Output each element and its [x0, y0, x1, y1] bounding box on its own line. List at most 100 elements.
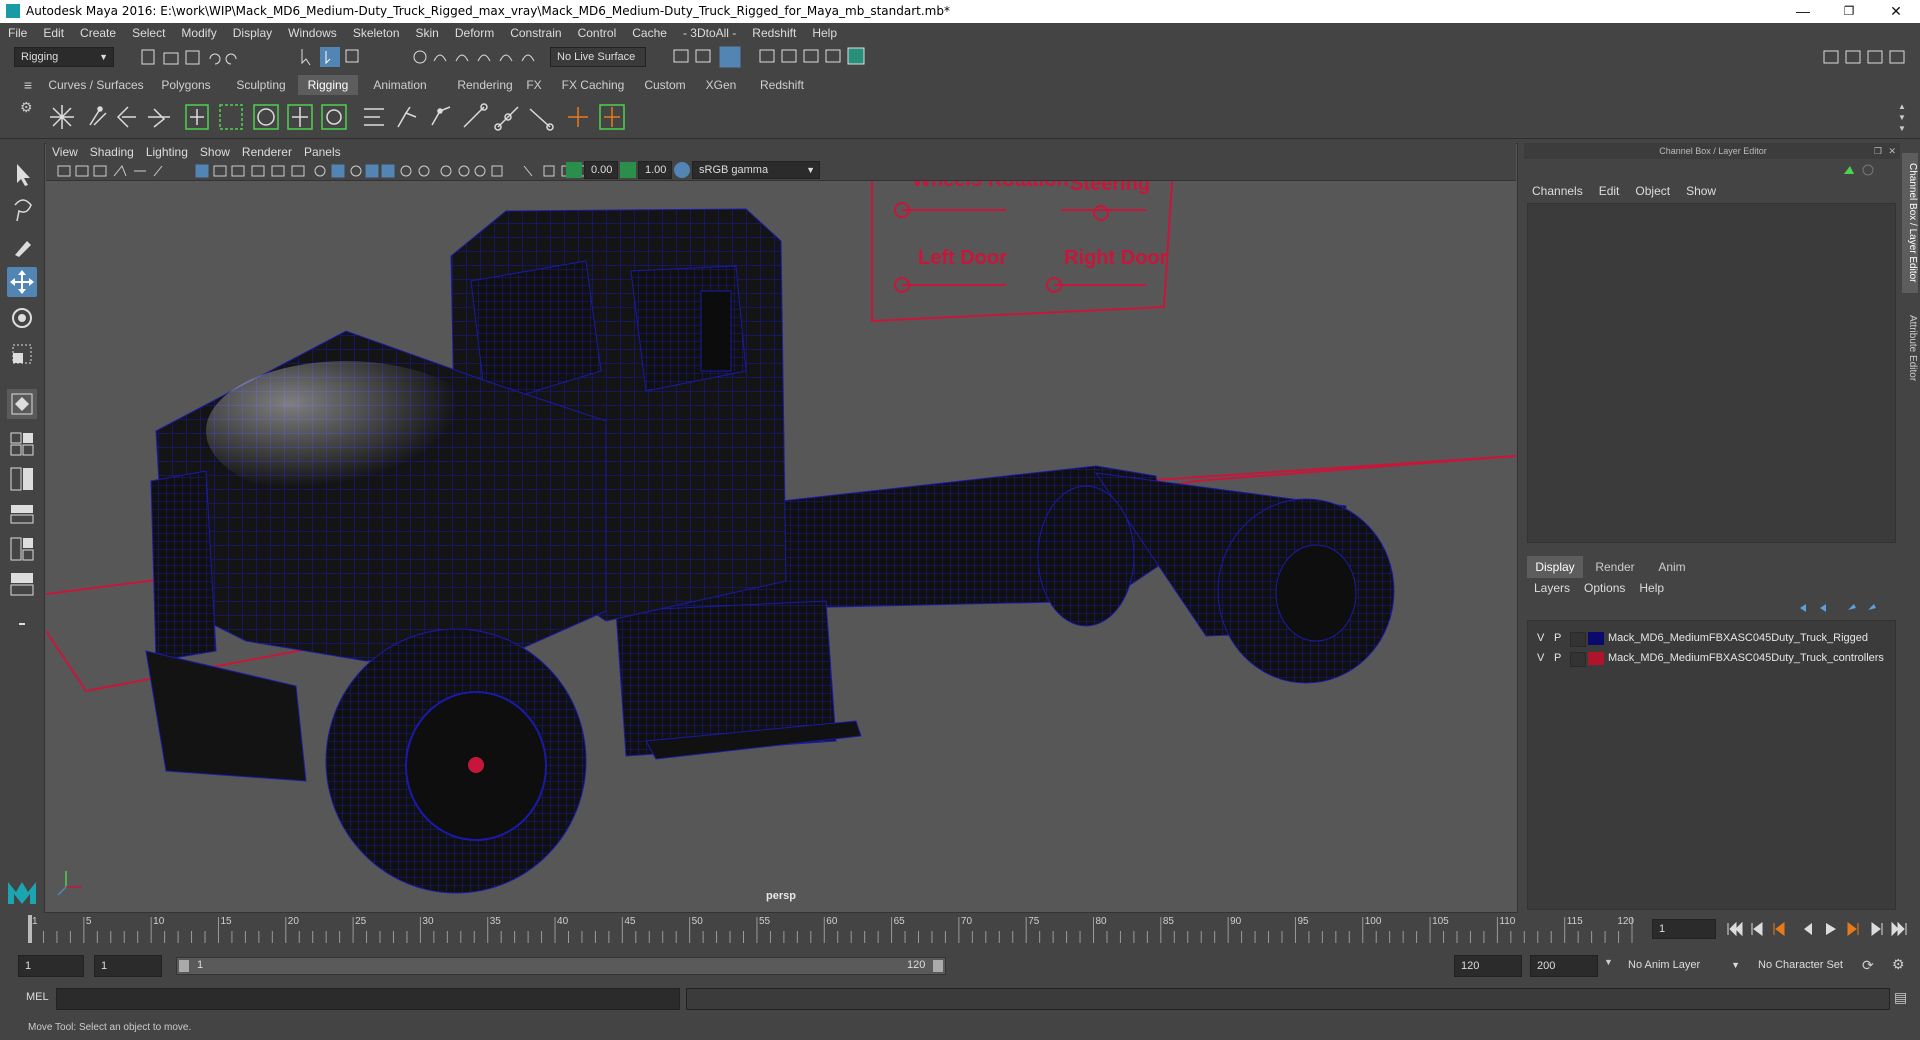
le-menu-layers[interactable]: Layers	[1527, 578, 1577, 598]
exposure-icon[interactable]	[566, 162, 582, 178]
cb-menu-edit[interactable]: Edit	[1591, 181, 1628, 201]
single-view-layout-icon[interactable]	[7, 389, 37, 419]
playback-end-field[interactable]: 120	[1454, 955, 1522, 977]
lasso-tool-icon[interactable]	[7, 195, 37, 225]
script-editor-icon[interactable]: ▤	[1894, 989, 1907, 1006]
viewport-menu-shading[interactable]: Shading	[84, 143, 140, 161]
four-view-layout-icon[interactable]	[7, 429, 37, 459]
channel-box-toggle-icons[interactable]	[1840, 162, 1880, 178]
rigging-shelf-icons[interactable]	[44, 99, 684, 135]
paint-select-tool-icon[interactable]	[7, 231, 37, 261]
side-tab-attribute-editor[interactable]: Attribute Editor	[1902, 303, 1918, 393]
layer-action-icons[interactable]	[1794, 600, 1894, 616]
tab-polygons[interactable]: Polygons	[154, 75, 218, 95]
menu-windows[interactable]: Windows	[280, 23, 345, 43]
cb-menu-show[interactable]: Show	[1678, 181, 1724, 201]
tab-fx-caching[interactable]: FX Caching	[558, 75, 628, 95]
tab-sculpting[interactable]: Sculpting	[226, 75, 296, 95]
snap-tools-icons[interactable]	[410, 47, 550, 67]
command-input[interactable]	[56, 988, 680, 1010]
tab-xgen[interactable]: XGen	[700, 75, 742, 95]
character-set-dropdown[interactable]: No Character Set	[1752, 955, 1872, 977]
outliner-layout-icon[interactable]	[7, 499, 37, 529]
move-tool-icon[interactable]	[7, 267, 37, 297]
playback-buttons[interactable]	[1726, 921, 1916, 939]
channel-box-panel[interactable]	[1527, 203, 1896, 543]
menu-cache[interactable]: Cache	[624, 23, 675, 43]
hypershade-layout-icon[interactable]	[7, 569, 37, 599]
restore-button[interactable]: ❐	[1826, 0, 1872, 23]
tab-fx[interactable]: FX	[524, 75, 544, 95]
command-language-label[interactable]: MEL	[26, 991, 49, 1003]
start-frame-field[interactable]: 1	[18, 955, 84, 977]
menu-select[interactable]: Select	[124, 23, 173, 43]
color-management-icon[interactable]	[674, 162, 690, 178]
viewport-menu-view[interactable]: View	[46, 143, 84, 161]
live-surface-field[interactable]: No Live Surface	[550, 47, 646, 67]
wheel-controller[interactable]	[468, 757, 484, 773]
render-tools-icons[interactable]	[670, 45, 910, 69]
layer-type-box[interactable]	[1570, 652, 1586, 667]
menu-control[interactable]: Control	[570, 23, 625, 43]
rotate-tool-icon[interactable]	[7, 303, 37, 333]
viewport-menu-show[interactable]: Show	[194, 143, 236, 161]
close-panel-icon[interactable]: ✕	[1888, 143, 1896, 159]
steering-slider[interactable]	[1093, 205, 1109, 221]
side-tab-channel-box[interactable]: Channel Box / Layer Editor	[1902, 153, 1918, 293]
layer-color-swatch[interactable]	[1588, 632, 1604, 645]
close-button[interactable]: ✕	[1873, 0, 1919, 23]
auto-key-icon[interactable]: ⟳	[1862, 957, 1874, 974]
gamma-icon[interactable]	[620, 162, 636, 178]
chevron-down-icon[interactable]: ▼	[1604, 957, 1618, 967]
minimize-button[interactable]: —	[1780, 0, 1826, 23]
range-end-handle[interactable]	[933, 960, 943, 972]
le-menu-help[interactable]: Help	[1632, 578, 1671, 598]
tab-redshift[interactable]: Redshift	[752, 75, 812, 95]
tab-custom[interactable]: Custom	[640, 75, 690, 95]
time-slider[interactable]: 1 5 10 15 20 25 30 35 40 45 50 55 60 65 70 75 80 85 90 95 10…	[22, 913, 1642, 945]
menu-set-dropdown[interactable]: Rigging ▼	[14, 47, 114, 67]
menu-3dtoall[interactable]: - 3DtoAll -	[675, 23, 744, 43]
selection-mode-icons[interactable]	[296, 45, 376, 69]
menu-constrain[interactable]: Constrain	[502, 23, 569, 43]
more-layouts-icon[interactable]	[7, 609, 37, 639]
animation-preferences-icon[interactable]: ⚙	[1892, 956, 1905, 973]
shelf-menu-icon[interactable]: ≡	[16, 75, 40, 95]
cb-menu-channels[interactable]: Channels	[1524, 181, 1591, 201]
menu-skeleton[interactable]: Skeleton	[345, 23, 408, 43]
playback-start-field[interactable]: 1	[94, 955, 162, 977]
color-space-dropdown[interactable]: sRGB gamma ▼	[692, 161, 820, 179]
layer-color-swatch[interactable]	[1588, 652, 1604, 665]
end-frame-field[interactable]: 200	[1530, 955, 1598, 977]
layer-row-controllers[interactable]: V P Mack_MD6_MediumFBXASC045Duty_Truck_c…	[1528, 649, 1895, 668]
float-panel-icon[interactable]: ❐	[1874, 143, 1882, 159]
menu-file[interactable]: File	[0, 23, 35, 43]
viewport-menu-lighting[interactable]: Lighting	[140, 143, 194, 161]
layer-type-box[interactable]	[1570, 632, 1586, 647]
shelf-scroll-icon[interactable]: ▲ ▼ ▼	[1898, 101, 1906, 134]
cb-menu-object[interactable]: Object	[1627, 181, 1678, 201]
range-slider[interactable]: 1 120	[176, 957, 946, 975]
tab-rigging[interactable]: Rigging	[298, 75, 358, 95]
menu-skin[interactable]: Skin	[408, 23, 447, 43]
menu-deform[interactable]: Deform	[447, 23, 502, 43]
range-start-handle[interactable]	[179, 960, 189, 972]
current-time-indicator[interactable]	[28, 915, 32, 943]
two-view-layout-icon[interactable]	[7, 464, 37, 494]
tab-anim[interactable]: Anim	[1647, 556, 1697, 578]
shelf-options-icon[interactable]: ⚙	[20, 99, 33, 116]
current-frame-field[interactable]: 1	[1652, 919, 1716, 939]
le-menu-options[interactable]: Options	[1577, 578, 1632, 598]
menu-display[interactable]: Display	[225, 23, 280, 43]
tab-display[interactable]: Display	[1527, 556, 1583, 578]
workspace-icons[interactable]	[1820, 47, 1916, 67]
gamma-field[interactable]: 1.00	[638, 161, 672, 179]
menu-create[interactable]: Create	[72, 23, 124, 43]
menu-modify[interactable]: Modify	[173, 23, 224, 43]
menu-redshift[interactable]: Redshift	[744, 23, 804, 43]
tab-animation[interactable]: Animation	[362, 75, 438, 95]
viewport-menu-panels[interactable]: Panels	[298, 143, 347, 161]
tab-curves-surfaces[interactable]: Curves / Surfaces	[44, 75, 148, 95]
layer-visibility-toggle[interactable]: V	[1537, 649, 1544, 668]
anim-layer-dropdown[interactable]: No Anim Layer ▼	[1622, 955, 1742, 977]
